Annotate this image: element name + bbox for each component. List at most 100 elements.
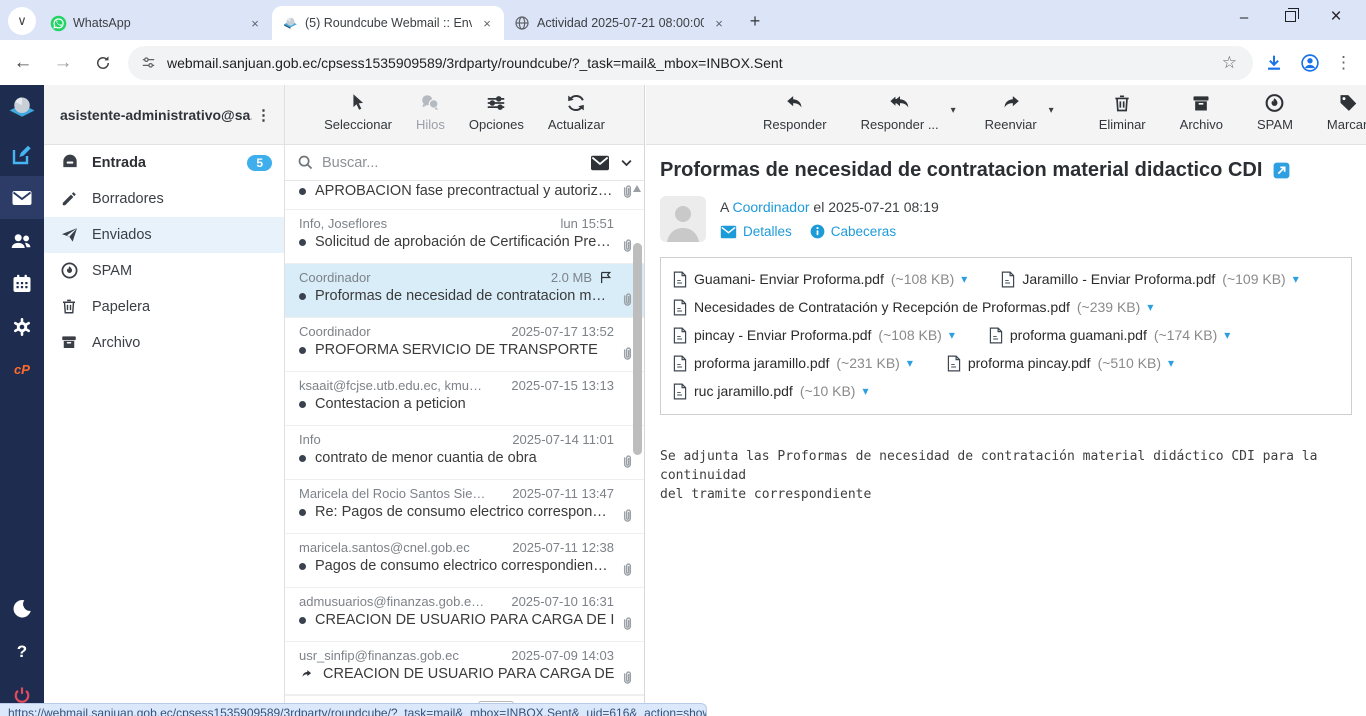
forward-caret-icon[interactable]: ▾: [1049, 105, 1054, 116]
attachment-menu-icon[interactable]: ▾: [862, 384, 868, 398]
sidebar-item-enviados[interactable]: Enviados: [44, 217, 284, 253]
sidebar-item-spam[interactable]: SPAM: [44, 253, 284, 289]
flag-icon[interactable]: [598, 270, 614, 285]
back-button[interactable]: ←: [6, 46, 40, 80]
attachment-menu-icon[interactable]: ▾: [1224, 328, 1230, 342]
message-subject: Solicitud de aprobación de Certificación…: [315, 234, 614, 250]
address-bar[interactable]: webmail.sanjuan.gob.ec/cpsess1535909589/…: [128, 46, 1253, 80]
account-menu-icon[interactable]: ⋮: [252, 106, 276, 124]
reply-all-caret-icon[interactable]: ▾: [951, 105, 956, 116]
recipient-link[interactable]: Coordinador: [732, 199, 809, 215]
site-settings-icon[interactable]: [140, 54, 157, 71]
spam-button[interactable]: SPAM: [1252, 92, 1298, 144]
attachment-menu-icon[interactable]: ▾: [1293, 272, 1299, 286]
contacts-icon: [9, 228, 35, 254]
mark-label: Marcar: [1327, 117, 1366, 132]
window-minimize-button[interactable]: –: [1230, 9, 1258, 26]
sidebar-item-papelera[interactable]: Papelera: [44, 289, 284, 325]
new-tab-button[interactable]: +: [742, 8, 768, 34]
forward-button[interactable]: Reenviar ▾: [980, 92, 1042, 144]
attachment-menu-icon[interactable]: ▾: [949, 328, 955, 342]
attachment[interactable]: Guamani- Enviar Proforma.pdf (~108 KB) ▾: [673, 265, 967, 293]
attachment[interactable]: pincay - Enviar Proforma.pdf (~108 KB) ▾: [673, 321, 955, 349]
delete-button[interactable]: Eliminar: [1094, 92, 1151, 144]
tab-actividad[interactable]: Actividad 2025-07-21 08:00:00 ×: [504, 6, 736, 40]
account-header[interactable]: asistente-administrativo@sa… ⋮: [44, 85, 284, 145]
rail-help-button[interactable]: ?: [0, 630, 44, 673]
message-list-item[interactable]: admusuarios@finanzas.gob.e…2025-07-10 16…: [285, 588, 644, 642]
select-button[interactable]: Seleccionar: [319, 92, 397, 144]
attachment[interactable]: proforma pincay.pdf (~510 KB) ▾: [947, 349, 1174, 377]
downloads-button[interactable]: [1263, 52, 1285, 74]
message-list-item[interactable]: Maricela del Rocio Santos Sie…2025-07-11…: [285, 480, 644, 534]
window-restore-button[interactable]: [1276, 9, 1304, 26]
tab-close-icon[interactable]: ×: [478, 14, 496, 32]
attachment-menu-icon[interactable]: ▾: [1147, 300, 1153, 314]
rail-contacts-button[interactable]: [0, 219, 44, 262]
archive-button[interactable]: Archivo: [1175, 92, 1228, 144]
url-text[interactable]: webmail.sanjuan.gob.ec/cpsess1535909589/…: [167, 55, 1218, 71]
details-label: Detalles: [743, 224, 792, 239]
reply-all-button[interactable]: Responder ... ▾: [856, 92, 944, 144]
attachment[interactable]: Necesidades de Contratación y Recepción …: [673, 293, 1153, 321]
mark-button[interactable]: Marcar: [1322, 92, 1366, 144]
rail-settings-button[interactable]: [0, 305, 44, 348]
message-list-item[interactable]: Coordinador2025-07-17 13:52 PROFORMA SER…: [285, 318, 644, 372]
sidebar-item-archivo[interactable]: Archivo: [44, 325, 284, 361]
unread-dot: [299, 563, 306, 570]
attachment[interactable]: proforma jaramillo.pdf (~231 KB) ▾: [673, 349, 913, 377]
attachment-menu-icon[interactable]: ▾: [961, 272, 967, 286]
rail-cpanel-button[interactable]: cP: [0, 348, 44, 391]
tab-whatsapp[interactable]: WhatsApp ×: [40, 6, 272, 40]
tab-roundcube-active[interactable]: (5) Roundcube Webmail :: Envia ×: [272, 6, 504, 40]
rail-mail-button[interactable]: [0, 176, 44, 219]
browser-navbar: ← → webmail.sanjuan.gob.ec/cpsess1535909…: [0, 40, 1366, 85]
rail-darkmode-button[interactable]: [0, 587, 44, 630]
profile-button[interactable]: [1299, 52, 1321, 74]
message-list-item[interactable]: Info2025-07-14 11:01 contrato de menor c…: [285, 426, 644, 480]
browser-menu-button[interactable]: ⋮: [1335, 53, 1352, 73]
rail-calendar-button[interactable]: [0, 262, 44, 305]
tab-search-button[interactable]: ∨: [8, 7, 36, 35]
search-input[interactable]: [322, 155, 581, 171]
tab-close-icon[interactable]: ×: [710, 14, 728, 32]
threads-icon: [418, 92, 442, 114]
list-scrollbar[interactable]: [632, 185, 643, 710]
tab-close-icon[interactable]: ×: [246, 14, 264, 32]
app-rail: cP ?: [0, 85, 44, 716]
options-label: Opciones: [469, 117, 524, 132]
scroll-up-icon[interactable]: [633, 185, 641, 192]
scrollbar-thumb[interactable]: [633, 243, 642, 455]
reply-button[interactable]: Responder: [758, 92, 832, 144]
message-list-item[interactable]: APROBACION fase precontractual y autoriz…: [285, 181, 644, 210]
attachment-menu-icon[interactable]: ▾: [1168, 356, 1174, 370]
attachment[interactable]: ruc jaramillo.pdf (~10 KB) ▾: [673, 377, 869, 405]
rail-compose-button[interactable]: [0, 133, 44, 176]
attachment[interactable]: proforma guamani.pdf (~174 KB) ▾: [989, 321, 1230, 349]
search-scope-icon[interactable]: [589, 154, 611, 172]
search-options-chevron-icon[interactable]: [619, 155, 634, 170]
window-close-button[interactable]: ×: [1322, 6, 1350, 28]
help-icon: ?: [17, 642, 27, 662]
message-list-item-selected[interactable]: Coordinador2.0 MB Proformas de necesidad…: [285, 264, 644, 318]
message-list-item[interactable]: usr_sinfip@finanzas.gob.ec2025-07-09 14:…: [285, 642, 644, 696]
bookmark-star-icon[interactable]: ☆: [1218, 53, 1241, 73]
sidebar-item-entrada[interactable]: Entrada 5: [44, 145, 284, 181]
threads-button[interactable]: Hilos: [411, 92, 450, 144]
details-toggle[interactable]: Detalles: [720, 224, 792, 239]
message-list-item[interactable]: Info, Josefloreslun 15:51 Solicitud de a…: [285, 210, 644, 264]
open-in-new-window-icon[interactable]: [1272, 161, 1291, 180]
reload-button[interactable]: [86, 46, 120, 80]
search-icon: [297, 154, 314, 171]
message-list-item[interactable]: ksaait@fcjse.utb.edu.ec, kmu…2025-07-15 …: [285, 372, 644, 426]
refresh-button[interactable]: Actualizar: [543, 92, 610, 144]
attachment[interactable]: Jaramillo - Enviar Proforma.pdf (~109 KB…: [1001, 265, 1298, 293]
sidebar-item-borradores[interactable]: Borradores: [44, 181, 284, 217]
message-list-item[interactable]: maricela.santos@cnel.gob.ec2025-07-11 12…: [285, 534, 644, 588]
headers-toggle[interactable]: Cabeceras: [810, 224, 896, 239]
options-button[interactable]: Opciones: [464, 92, 529, 144]
attachment-menu-icon[interactable]: ▾: [907, 356, 913, 370]
message-sender: Info: [299, 432, 504, 447]
forward-button[interactable]: →: [46, 46, 80, 80]
attachment-size: (~239 KB): [1077, 299, 1140, 315]
